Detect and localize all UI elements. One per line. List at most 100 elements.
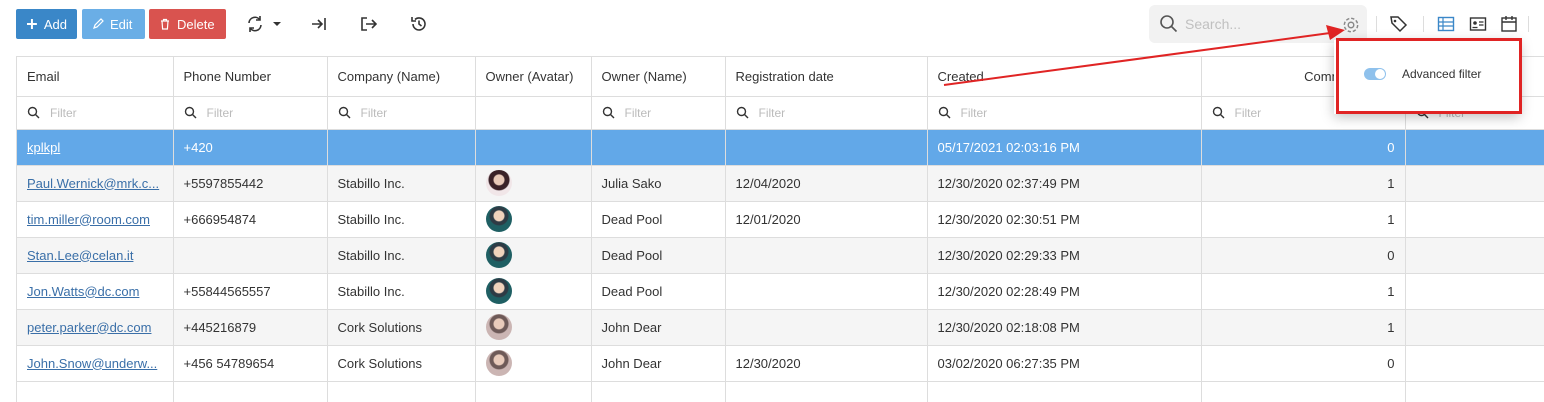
delete-button-label: Delete — [177, 16, 215, 32]
filter-placeholder: Filter — [960, 105, 988, 120]
cell-phone: +55844565557 — [173, 273, 328, 310]
cell-registration-date: 12/04/2020 — [725, 165, 928, 202]
cell-created: 12/30/2020 02:18:08 PM — [927, 309, 1202, 346]
edit-button-label: Edit — [110, 16, 133, 32]
cell-country — [1405, 345, 1544, 382]
history-icon[interactable] — [408, 13, 430, 35]
cell-phone: +666954874 — [173, 201, 328, 238]
column-header-owner-avatar[interactable]: Owner (Avatar) — [475, 57, 592, 97]
email-link[interactable]: John.Snow@underw... — [27, 356, 157, 371]
filter-email[interactable]: Filter — [17, 96, 174, 130]
toolbar-divider — [1528, 16, 1529, 32]
email-link[interactable]: tim.miller@room.com — [27, 212, 150, 227]
cell-registration-date — [725, 273, 928, 310]
column-header-email[interactable]: Email — [17, 57, 174, 97]
column-header-created[interactable]: Created — [927, 57, 1202, 97]
empty-cell — [1405, 381, 1544, 402]
table-row[interactable]: tim.miller@room.com +666954874 Stabillo In… — [17, 201, 1544, 238]
cell-owner-avatar — [475, 273, 592, 310]
table-row[interactable]: peter.parker@dc.com +445216879 Cork Soluti… — [17, 309, 1544, 346]
filter-placeholder: Filter — [206, 105, 234, 120]
cell-created: 03/02/2020 06:27:35 PM — [927, 345, 1202, 382]
empty-cell — [927, 381, 1202, 402]
cell-created: 12/30/2020 02:29:33 PM — [927, 237, 1202, 274]
calendar-icon[interactable] — [1498, 13, 1520, 35]
cell-company: Stabillo Inc. — [327, 201, 476, 238]
gear-icon[interactable] — [1341, 15, 1361, 35]
trash-icon — [161, 18, 169, 30]
column-header-phone[interactable]: Phone Number — [173, 57, 328, 97]
add-button[interactable]: Add — [16, 9, 77, 39]
filter-phone[interactable]: Filter — [173, 96, 328, 130]
cell-company: Stabillo Inc. — [327, 165, 476, 202]
export-icon[interactable] — [357, 13, 379, 35]
table-row[interactable]: kplkpl +420 05/17/2021 02:03:16 PM 0 — [17, 129, 1544, 166]
cell-company — [327, 129, 476, 166]
email-link[interactable]: Stan.Lee@celan.it — [27, 248, 133, 263]
email-link[interactable]: kplkpl — [27, 140, 60, 155]
filter-placeholder: Filter — [624, 105, 652, 120]
search-icon — [338, 106, 350, 119]
cell-owner-name: John Dear — [591, 345, 726, 382]
cell-country — [1405, 201, 1544, 238]
table-view-icon[interactable] — [1435, 13, 1457, 35]
header-row: Email Phone Number Company (Name) Owner … — [17, 57, 1544, 97]
cell-created: 05/17/2021 02:03:16 PM — [927, 129, 1202, 166]
search-icon — [602, 106, 614, 119]
filter-company[interactable]: Filter — [327, 96, 476, 130]
cell-owner-avatar — [475, 345, 592, 382]
card-view-icon[interactable] — [1467, 13, 1489, 35]
cell-communication: 0 — [1201, 345, 1406, 382]
edit-button[interactable]: Edit — [82, 9, 145, 39]
filter-registration-date[interactable]: Filter — [725, 96, 928, 130]
cell-country — [1405, 237, 1544, 274]
cell-owner-avatar — [475, 309, 592, 346]
email-link[interactable]: Jon.Watts@dc.com — [27, 284, 139, 299]
filter-placeholder: Filter — [50, 105, 77, 120]
avatar — [485, 350, 512, 376]
avatar — [485, 170, 512, 196]
chevron-down-icon[interactable] — [270, 13, 284, 35]
email-link[interactable]: peter.parker@dc.com — [27, 320, 151, 335]
column-header-company[interactable]: Company (Name) — [327, 57, 476, 97]
column-header-owner-name[interactable]: Owner (Name) — [591, 57, 726, 97]
column-header-registration-date[interactable]: Registration date — [725, 57, 928, 97]
cell-phone: +456 54789654 — [173, 345, 328, 382]
search-icon — [1160, 15, 1178, 33]
table-row[interactable]: Paul.Wernick@mrk.c... +5597855442 Stabillo… — [17, 165, 1544, 202]
import-icon[interactable] — [308, 13, 330, 35]
tags-icon[interactable] — [1388, 13, 1410, 35]
cell-owner-name: Dead Pool — [591, 201, 726, 238]
cell-communication: 0 — [1201, 129, 1406, 166]
cell-country — [1405, 273, 1544, 310]
cell-email: peter.parker@dc.com — [17, 309, 174, 346]
email-link[interactable]: Paul.Wernick@mrk.c... — [27, 176, 159, 191]
cell-registration-date — [725, 237, 928, 274]
search-icon — [938, 106, 950, 119]
cell-communication: 1 — [1201, 201, 1406, 238]
search-input[interactable] — [1185, 16, 1335, 32]
filter-owner-name[interactable]: Filter — [591, 96, 726, 130]
cell-phone: +420 — [173, 129, 328, 166]
empty-cell — [475, 381, 592, 402]
empty-cell — [17, 381, 174, 402]
cell-communication: 1 — [1201, 273, 1406, 310]
cell-registration-date: 12/30/2020 — [725, 345, 928, 382]
cell-communication: 0 — [1201, 237, 1406, 274]
filter-row: Filter Filter Filter Filter Filter Filte… — [17, 96, 1544, 130]
table-row[interactable]: Jon.Watts@dc.com +55844565557 Stabillo Inc… — [17, 273, 1544, 310]
cell-country — [1405, 309, 1544, 346]
cell-email: Paul.Wernick@mrk.c... — [17, 165, 174, 202]
cell-email: Stan.Lee@celan.it — [17, 237, 174, 274]
table-row[interactable]: Stan.Lee@celan.it Stabillo Inc. Dead Pool 1… — [17, 237, 1544, 274]
cell-company: Cork Solutions — [327, 309, 476, 346]
add-button-label: Add — [43, 16, 67, 32]
refresh-icon[interactable] — [244, 13, 266, 35]
cell-created: 12/30/2020 02:37:49 PM — [927, 165, 1202, 202]
empty-row — [17, 381, 1544, 402]
cell-owner-avatar — [475, 129, 592, 166]
delete-button[interactable]: Delete — [149, 9, 226, 39]
table-row[interactable]: John.Snow@underw... +456 54789654 Cork Sol… — [17, 345, 1544, 382]
filter-created[interactable]: Filter — [927, 96, 1202, 130]
cell-phone — [173, 237, 328, 274]
